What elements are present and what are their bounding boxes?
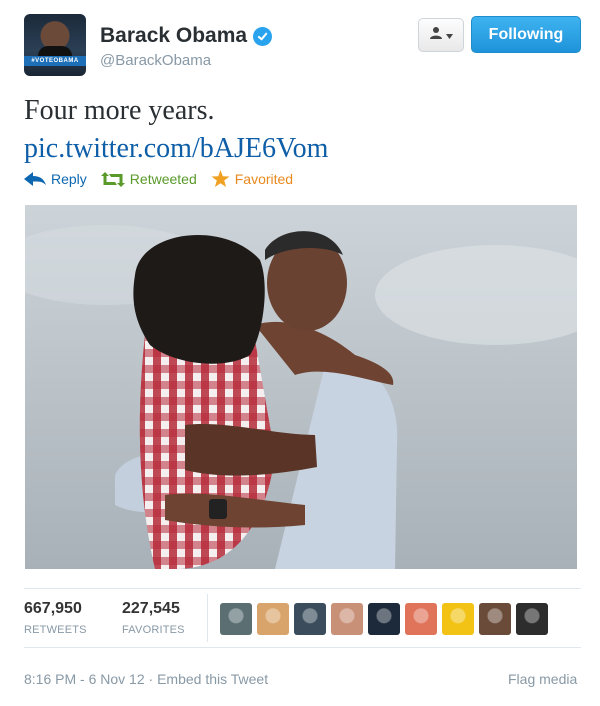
- favoriter-avatar[interactable]: [442, 603, 474, 635]
- tweet-timestamp[interactable]: 8:16 PM - 6 Nov 12: [24, 671, 145, 687]
- divider: [24, 647, 581, 648]
- favoriter-avatar[interactable]: [405, 603, 437, 635]
- favoriter-avatars: [220, 603, 548, 635]
- tweet-meta: 8:16 PM - 6 Nov 12 · Embed this Tweet: [24, 671, 268, 687]
- name-row: Barack Obama: [100, 24, 273, 48]
- favoriter-avatar[interactable]: [257, 603, 289, 635]
- favoriter-avatar[interactable]: [479, 603, 511, 635]
- photo-embrace-image: [25, 205, 577, 569]
- favoriter-avatar[interactable]: [331, 603, 363, 635]
- embed-tweet-link[interactable]: Embed this Tweet: [157, 671, 268, 687]
- favorite-button[interactable]: Favorited: [211, 170, 293, 188]
- reply-arrow-icon: [24, 172, 46, 186]
- user-handle[interactable]: @BarackObama: [100, 52, 211, 69]
- retweets-stat[interactable]: 667,950 RETWEETS: [24, 600, 87, 636]
- favorites-label: FAVORITES: [122, 624, 185, 636]
- display-name[interactable]: Barack Obama: [100, 24, 247, 48]
- stats-divider: [207, 594, 208, 642]
- favoriter-avatar[interactable]: [516, 603, 548, 635]
- retweet-icon: [100, 171, 125, 187]
- caret-down-icon: [446, 26, 453, 44]
- tweet-actions: Reply Retweeted Favorited: [24, 170, 307, 188]
- favorites-stat[interactable]: 227,545 FAVORITES: [122, 600, 185, 636]
- star-icon: [211, 170, 230, 188]
- avatar-banner-text: #VOTEOBAMA: [24, 56, 86, 66]
- tweet-photo[interactable]: [25, 205, 577, 569]
- reply-button[interactable]: Reply: [24, 171, 87, 187]
- flag-media-link[interactable]: Flag media: [508, 671, 577, 687]
- favorited-label: Favorited: [234, 171, 294, 187]
- favoriter-avatar[interactable]: [220, 603, 252, 635]
- following-button[interactable]: Following: [471, 16, 581, 53]
- verified-badge-icon: [253, 26, 273, 46]
- reply-label: Reply: [51, 171, 87, 187]
- meta-separator: ·: [148, 671, 154, 687]
- favorites-count: 227,545: [122, 600, 180, 617]
- retweet-button[interactable]: Retweeted: [100, 171, 197, 187]
- tweet-text: Four more years.: [24, 95, 215, 126]
- person-icon: [429, 26, 443, 45]
- user-actions-button[interactable]: [418, 18, 464, 52]
- retweets-label: RETWEETS: [24, 624, 87, 636]
- favoriter-avatar[interactable]: [368, 603, 400, 635]
- retweets-count: 667,950: [24, 600, 82, 617]
- tweet-media-link[interactable]: pic.twitter.com/bAJE6Vom: [24, 133, 328, 165]
- divider: [24, 588, 581, 589]
- retweeted-label: Retweeted: [129, 171, 197, 187]
- profile-avatar[interactable]: #VOTEOBAMA: [24, 14, 86, 76]
- favoriter-avatar[interactable]: [294, 603, 326, 635]
